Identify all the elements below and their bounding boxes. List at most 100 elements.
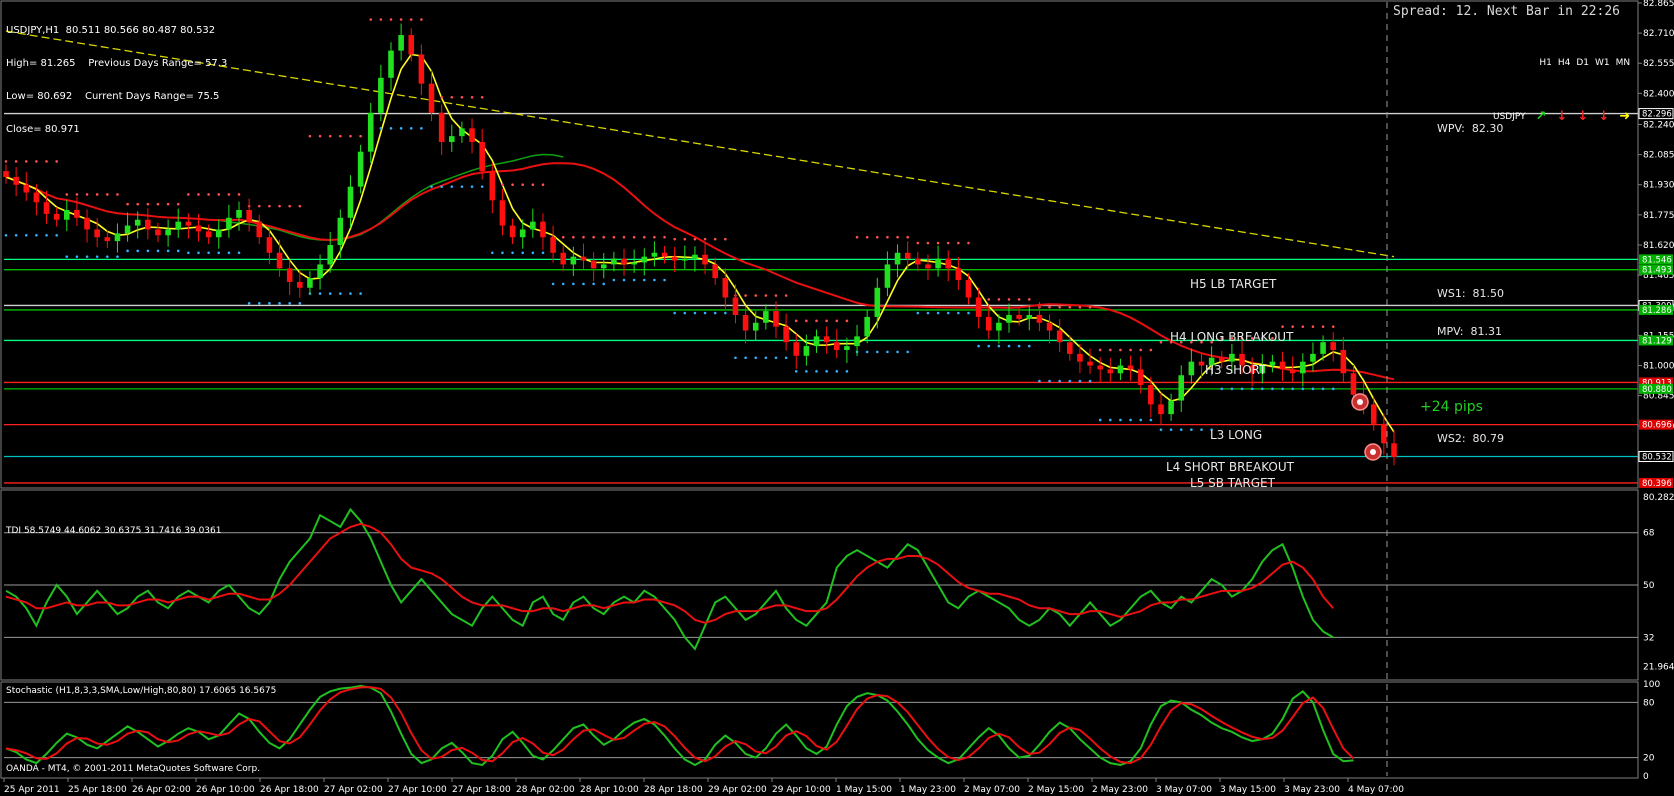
support-dot <box>14 233 18 237</box>
resistance-dot <box>197 193 200 196</box>
support-dot <box>1159 428 1163 431</box>
support-dot <box>278 302 281 305</box>
resistance-dot <box>784 294 788 297</box>
resistance-dot <box>805 319 808 323</box>
bear-candle <box>13 176 19 185</box>
bear-candle <box>256 221 263 238</box>
bull-candle <box>236 210 242 218</box>
bear-candle <box>1148 384 1154 405</box>
high-range-line: High= 81.265 Previous Days Range= 57.3 <box>6 58 228 69</box>
bear-candle <box>145 219 151 230</box>
support-dot <box>470 185 474 188</box>
bull-candle <box>1026 314 1033 319</box>
time-tick-label: 25 Apr 2011 <box>4 785 60 795</box>
resistance-dot <box>4 160 8 163</box>
price-tag-label: 80.532 <box>1642 453 1672 463</box>
support-dot <box>734 356 737 360</box>
time-tick-label: 2 May 15:00 <box>1028 785 1084 795</box>
resistance-dot <box>845 319 849 323</box>
price-tick-label: 82.085 <box>1643 151 1674 161</box>
resistance-dot <box>75 193 79 196</box>
support-dot <box>136 249 140 253</box>
support-dot <box>612 278 616 282</box>
resistance-dot <box>1048 305 1051 309</box>
low-range-line: Low= 80.692 Current Days Range= 75.5 <box>6 91 220 102</box>
bull-candle <box>307 278 313 288</box>
level-label-h4: H4 LONG BREAKOUT <box>1170 330 1294 344</box>
resistance-dot <box>470 95 474 99</box>
resistance-dot <box>1149 348 1153 352</box>
resistance-dot <box>693 237 697 241</box>
bear-candle <box>1087 361 1093 366</box>
time-tick-label: 2 May 07:00 <box>964 785 1020 795</box>
bear-candle <box>276 252 283 269</box>
bull-candle <box>64 210 70 220</box>
bull-candle <box>1117 365 1124 374</box>
bear-candle <box>94 229 100 238</box>
bear-candle <box>1330 342 1336 350</box>
bull-candle <box>175 221 182 230</box>
support-dot <box>724 311 727 315</box>
bull-candle <box>1178 375 1185 401</box>
support-dot <box>85 255 89 258</box>
bear-candle <box>955 268 962 280</box>
support-dot <box>399 127 403 130</box>
resistance-dot <box>632 235 636 239</box>
resistance-dot <box>278 204 281 208</box>
support-dot <box>703 311 707 315</box>
bull-candle <box>378 77 384 113</box>
support-dot <box>166 249 170 253</box>
support-dot <box>187 251 190 255</box>
tf-label-w1: W1 <box>1595 58 1610 68</box>
bull-candle <box>1320 342 1326 354</box>
support-dot <box>257 302 261 305</box>
resistance-dot <box>268 204 271 208</box>
support-dot <box>197 251 200 255</box>
resistance-dot <box>308 134 312 138</box>
resistance-dot <box>967 241 970 245</box>
bear-candle <box>1289 369 1296 374</box>
resistance-dot <box>146 202 150 206</box>
support-dot <box>55 233 58 237</box>
resistance-dot <box>450 95 454 99</box>
arrow-down-icon: ↓ <box>1598 109 1610 124</box>
tf-label-mn: MN <box>1615 58 1631 68</box>
copyright: OANDA - MT4, © 2001-2011 MetaQuotes Soft… <box>6 764 261 774</box>
support-dot <box>35 233 38 237</box>
ma-red <box>5 162 1395 381</box>
support-dot <box>430 185 433 188</box>
bull-candle <box>844 346 850 350</box>
bear-candle <box>904 252 911 259</box>
bear-candle <box>1097 365 1103 370</box>
resistance-dot <box>774 294 778 297</box>
pivot-mpv: MPV: 81.31 <box>1437 325 1502 338</box>
support-dot <box>835 370 839 373</box>
bear-candle <box>833 342 840 350</box>
resistance-dot <box>865 235 869 239</box>
resistance-dot <box>1098 348 1102 352</box>
support-dot <box>987 344 991 348</box>
support-dot <box>946 311 950 315</box>
level-label-l4: L4 SHORT BREAKOUT <box>1166 460 1294 474</box>
level-label-l3: L3 LONG <box>1210 428 1263 442</box>
bear-candle <box>23 184 30 193</box>
price-tick-label: 82.555 <box>1643 59 1674 69</box>
bull-candle <box>894 252 901 265</box>
price-tag-label: 81.546 <box>1642 255 1672 265</box>
stoch-tick-label: 80 <box>1643 698 1655 708</box>
resistance-dot <box>45 160 48 163</box>
support-dot <box>1139 418 1143 422</box>
support-dot <box>683 311 687 315</box>
bear-candle <box>1067 342 1073 354</box>
bull-candle <box>570 256 577 265</box>
resistance-dot <box>501 183 504 187</box>
bull-candle <box>1300 361 1306 374</box>
support-dot <box>389 127 393 130</box>
support-dot <box>1129 418 1132 422</box>
resistance-dot <box>886 235 889 239</box>
support-dot <box>1068 379 1072 383</box>
tf-label-h4: H4 <box>1557 58 1571 68</box>
ohlc-line: USDJPY,H1 80.511 80.566 80.487 80.532 <box>6 25 216 36</box>
time-tick-label: 3 May 15:00 <box>1220 785 1276 795</box>
resistance-dot <box>653 235 656 239</box>
